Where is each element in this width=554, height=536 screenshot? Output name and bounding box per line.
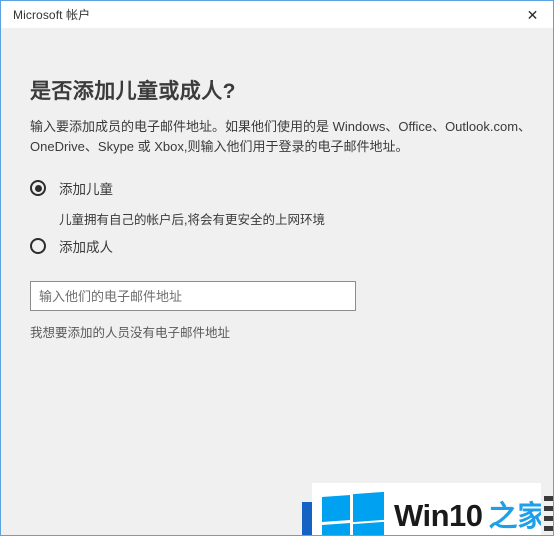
microsoft-account-dialog: Microsoft 帐户 ✕ 是否添加儿童或成人? 输入要添加成员的电子邮件地址…: [0, 0, 554, 536]
watermark-title: Win10 之家: [394, 493, 541, 535]
dialog-content: 是否添加儿童或成人? 输入要添加成员的电子邮件地址。如果他们使用的是 Windo…: [1, 28, 553, 536]
edge-artifact: [544, 516, 553, 521]
watermark-title-main: Win10: [394, 497, 483, 533]
radio-adult-label: 添加成人: [59, 240, 113, 255]
edge-artifact: [544, 526, 553, 531]
edge-artifact: [544, 496, 553, 501]
window-title: Microsoft 帐户: [13, 8, 91, 22]
close-icon[interactable]: ✕: [510, 1, 553, 28]
radio-option-add-child[interactable]: 添加儿童: [30, 178, 113, 198]
watermark-title-cn: 之家: [488, 500, 541, 533]
radio-child-hint-text: 儿童拥有自己的帐户后,将会有更安全的上网环境: [59, 213, 325, 227]
intro-line-2: OneDrive、Skype 或 Xbox,则输入他们用于登录的电子邮件地址。: [30, 138, 409, 154]
email-input[interactable]: [30, 281, 356, 311]
radio-option-add-adult[interactable]: 添加成人: [30, 236, 113, 256]
radio-child-label: 添加儿童: [59, 182, 113, 197]
radio-child-icon[interactable]: [30, 180, 46, 196]
watermark-badge: Win10 之家 www.win10xitong.com: [312, 483, 541, 536]
windows-logo-icon: [322, 491, 384, 535]
title-bar: Microsoft 帐户 ✕: [1, 0, 553, 28]
watermark-text-block: Win10 之家 www.win10xitong.com: [394, 493, 541, 536]
edge-artifact: [544, 506, 553, 511]
radio-adult-icon[interactable]: [30, 238, 46, 254]
intro-paragraph: 输入要添加成员的电子邮件地址。如果他们使用的是 Windows、Office、O…: [30, 117, 532, 156]
no-email-address-link[interactable]: 我想要添加的人员没有电子邮件地址: [30, 322, 230, 341]
page-title: 是否添加儿童或成人?: [30, 80, 236, 103]
intro-line-1: 输入要添加成员的电子邮件地址。如果他们使用的是 Windows、Office、O…: [30, 119, 532, 134]
